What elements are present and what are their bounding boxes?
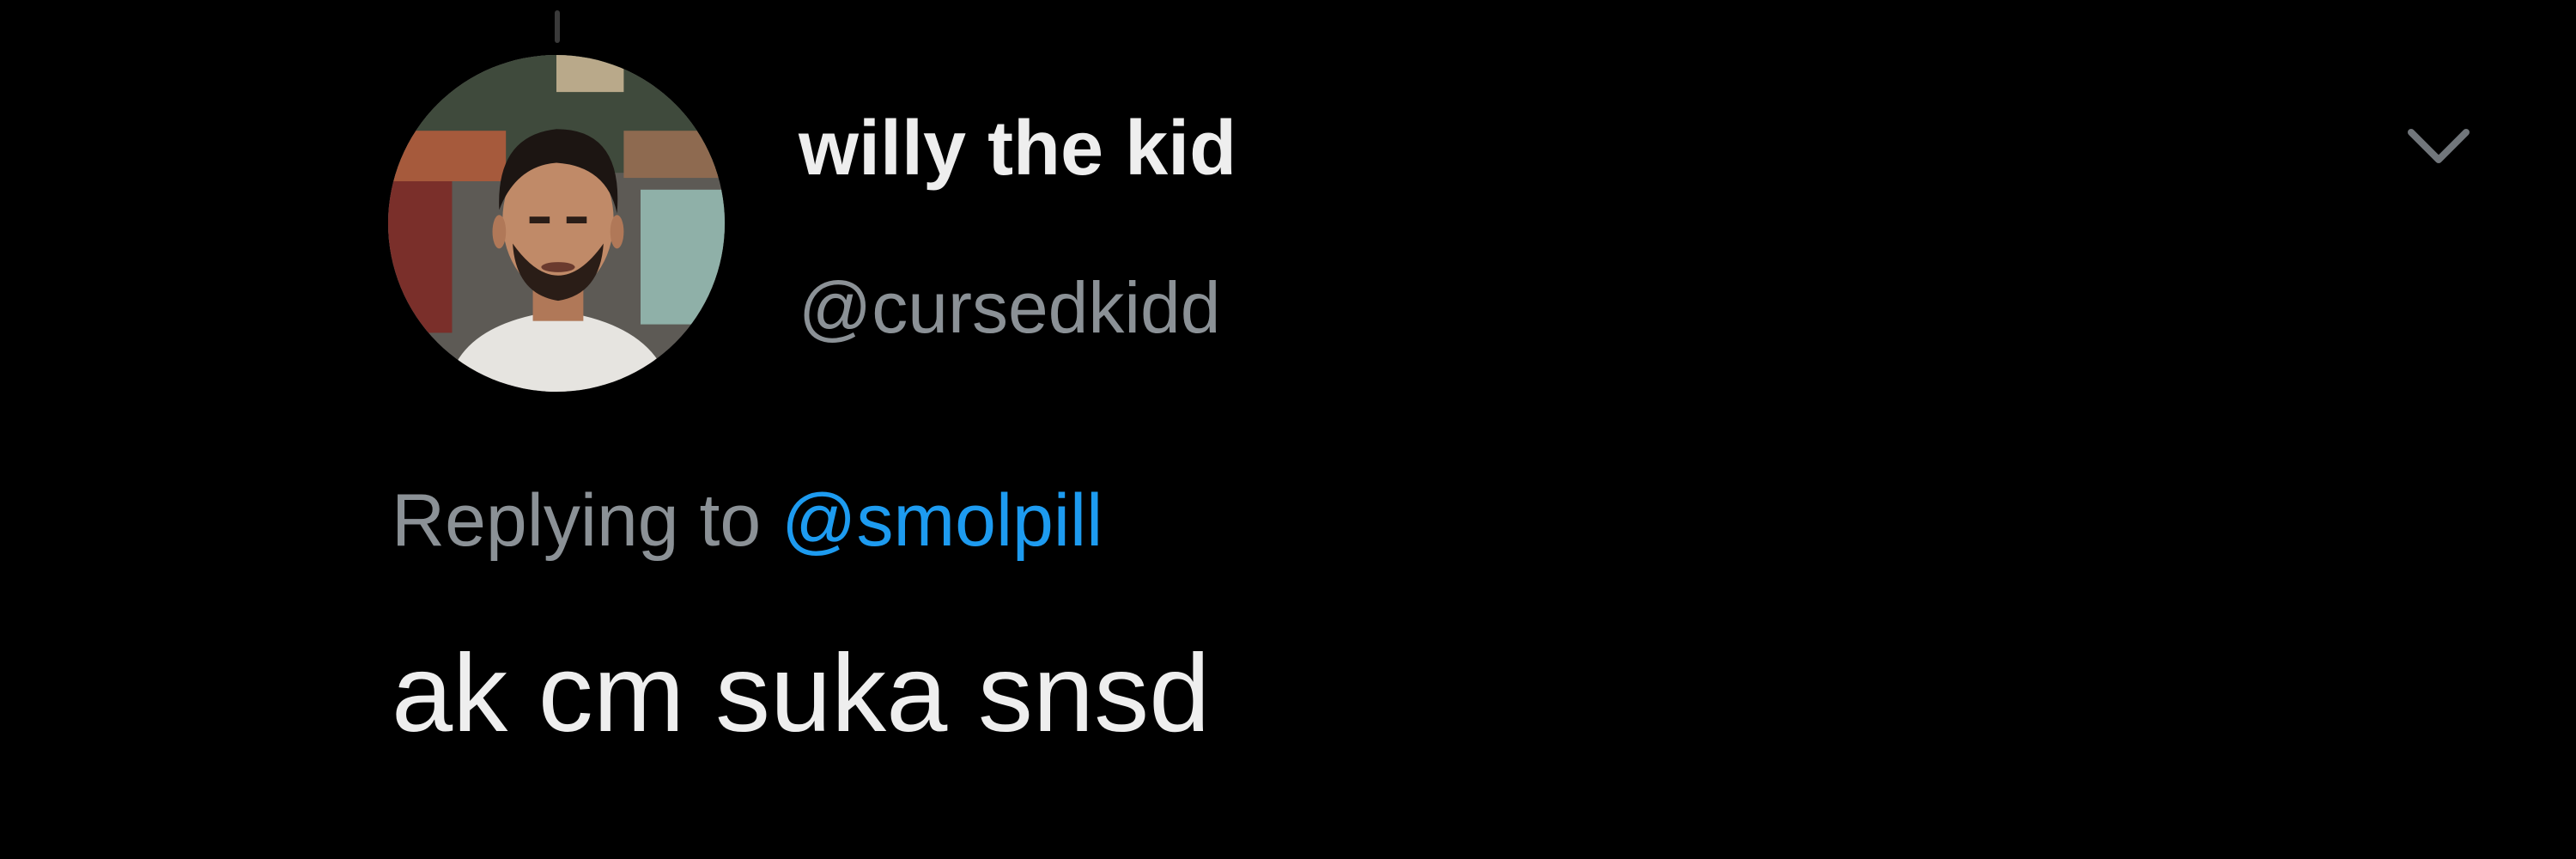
replying-to-line: Replying to @smolpill: [392, 484, 1103, 557]
chevron-down-icon[interactable]: [2404, 120, 2473, 172]
replying-to-label: Replying to: [392, 479, 762, 562]
reply-mention-link[interactable]: @smolpill: [781, 479, 1103, 562]
user-handle[interactable]: @cursedkidd: [799, 271, 1221, 344]
thread-connector-line: [555, 10, 560, 43]
display-name[interactable]: willy the kid: [799, 110, 1236, 187]
tweet-text: ak cm suka snsd: [392, 632, 1211, 755]
profile-photo: [388, 55, 725, 392]
avatar[interactable]: [388, 55, 725, 392]
